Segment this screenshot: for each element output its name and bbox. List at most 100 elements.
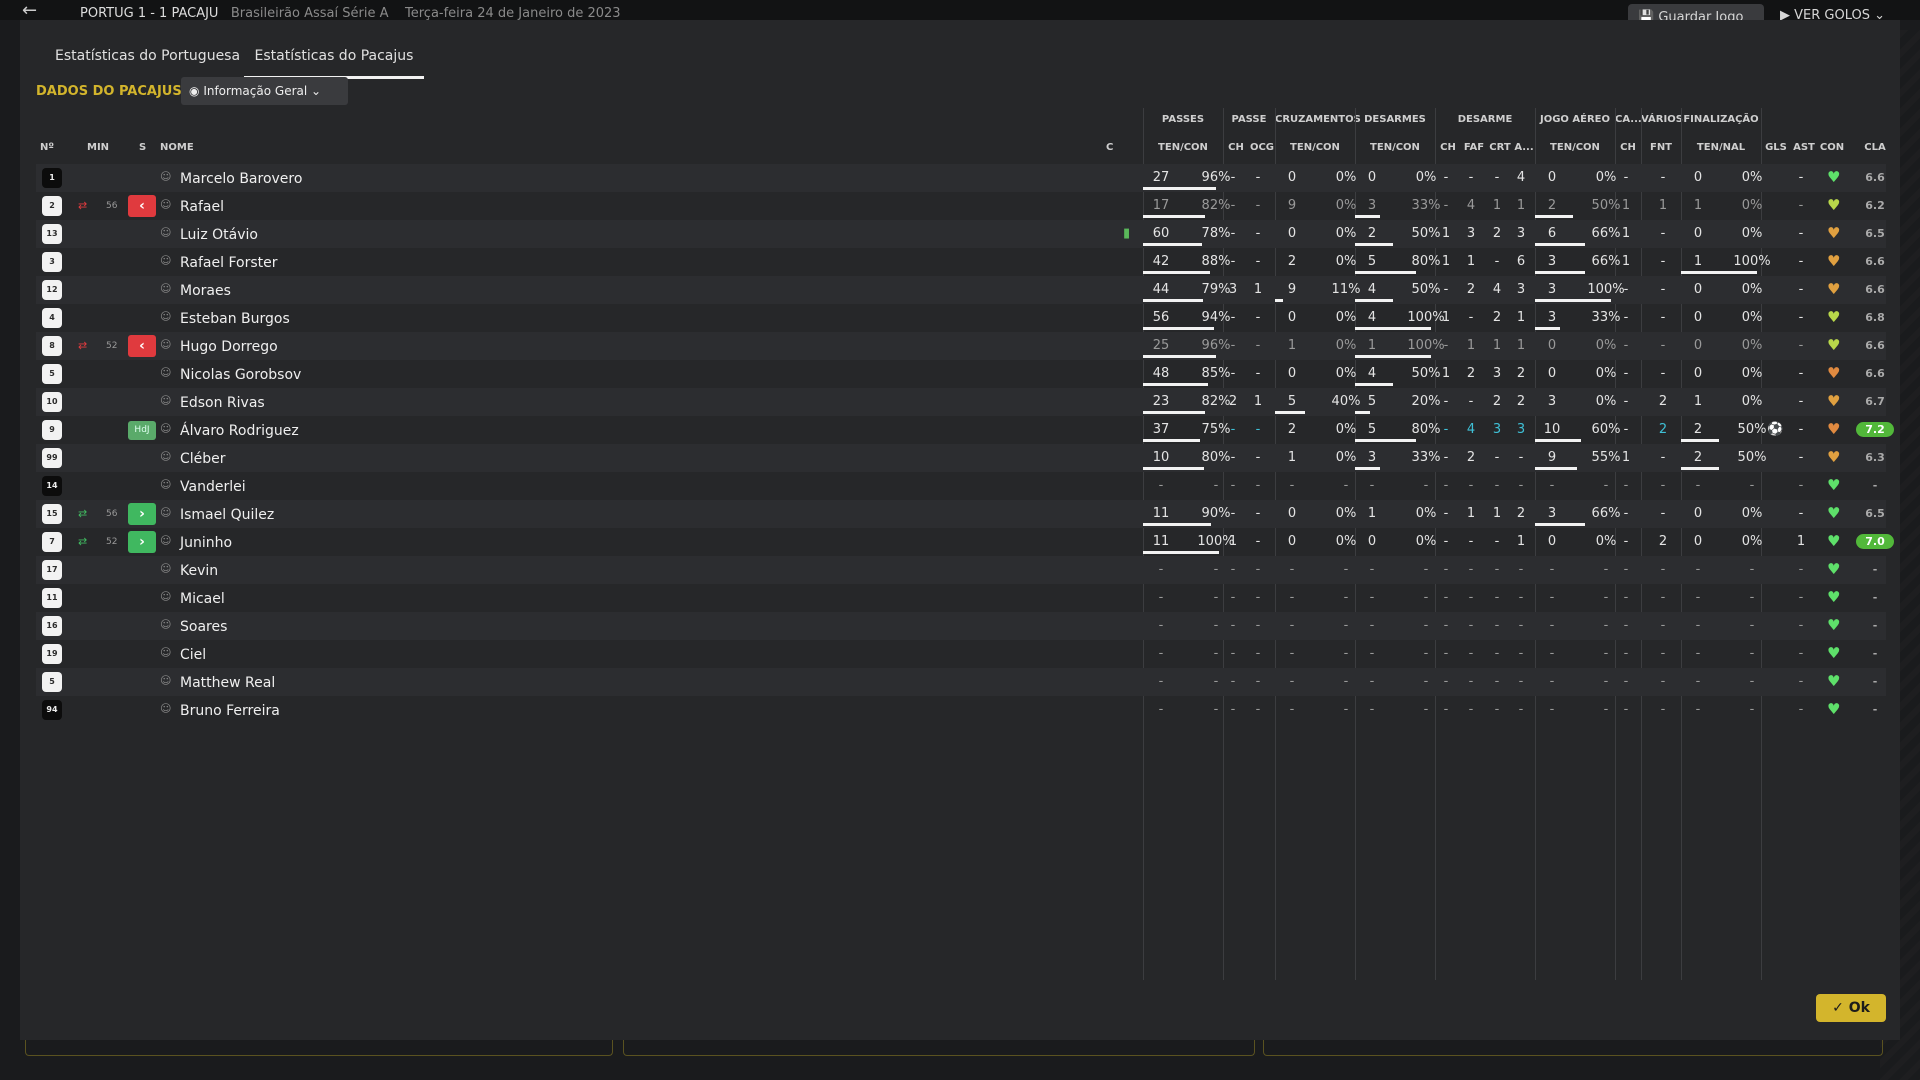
stat-cach: - (1623, 506, 1629, 521)
person-icon: ☺ (160, 170, 172, 183)
tab-pacajus-stats[interactable]: Estatísticas do Pacajus (244, 48, 424, 79)
col-passe-ocg[interactable]: OCG (1249, 142, 1275, 153)
table-row[interactable]: 11 ☺ Micael - - - - - - - - - - - - - - - - - - - ♥ - (36, 584, 1886, 612)
col-des-ch[interactable]: CH (1435, 142, 1461, 153)
player-name[interactable]: Esteban Burgos (180, 311, 290, 327)
stat-dch: - (1443, 478, 1449, 493)
stat-ocg: - (1255, 506, 1261, 521)
table-row[interactable]: 5 ☺ Nicolas Gorobsov 48 85% - -0 0% 4 50% 1 2 3 2 0 0% -… (36, 360, 1886, 388)
col-number[interactable]: Nº (40, 142, 54, 153)
table-row[interactable]: 4 ☺ Esteban Burgos 56 94% - -0 0% 4 100% 1-2 1 3 33% -… (36, 304, 1886, 332)
table-row[interactable]: 99 ☺ Cléber 10 80% - -1 0% 3 33% -2- -9 55% 1-2 50% - ♥ 6… (36, 444, 1886, 472)
ok-button[interactable]: ✓ Ok (1816, 994, 1886, 1022)
table-row[interactable]: 3 ☺ Rafael Forster 42 88% - -2 0% 5 80% 1 1-6 3 66% 1-… (36, 248, 1886, 276)
col-des-crt[interactable]: CRT (1487, 142, 1513, 153)
stat-a: 2 (1516, 366, 1526, 381)
table-row[interactable]: 12 ☺ Moraes 44 79% 3 1 9 11% 4 50% -2 4 3 3 100% - -0 0% - ♥… (36, 276, 1886, 304)
col-cruz[interactable]: TEN/CON (1275, 142, 1355, 153)
stat-a: 4 (1516, 170, 1526, 185)
table-row[interactable]: 13 ☺ Luiz Otávio ▮ 60 78% - -0 0% 2 50% 1 3 2 3 6 66% 1-0… (36, 220, 1886, 248)
stat-ocg: - (1255, 590, 1261, 605)
view-dropdown[interactable]: ◉ Informação Geral ⌄ (181, 77, 348, 105)
stat-crt: 1 (1492, 506, 1502, 521)
player-name[interactable]: Vanderlei (180, 479, 246, 495)
heart-icon: ♥ (1827, 252, 1841, 270)
col-passe-ch[interactable]: CH (1223, 142, 1249, 153)
player-name[interactable]: Nicolas Gorobsov (180, 367, 301, 383)
player-name[interactable]: Ismael Quilez (180, 507, 274, 523)
stat-ft: - (1695, 562, 1701, 577)
player-name[interactable]: Cléber (180, 451, 226, 467)
col-passes[interactable]: TEN/CON (1143, 142, 1223, 153)
col-jogo[interactable]: TEN/CON (1535, 142, 1615, 153)
player-name[interactable]: Micael (180, 591, 225, 607)
stat-ct: - (1289, 478, 1295, 493)
col-min[interactable]: MIN (87, 142, 109, 153)
table-row[interactable]: 9 HdJ ☺ Álvaro Rodriguez 37 75% - -2 0% 5 80% -4 3 3 1… (36, 416, 1894, 444)
table-row[interactable]: 8 ⇄ 52 ‹ ☺ Hugo Dorrego 25 96% - -1 0% 1 100% -1 1 1 0 0%… (36, 332, 1886, 360)
player-name[interactable]: Álvaro Rodriguez (180, 423, 299, 439)
player-name[interactable]: Moraes (180, 283, 231, 299)
stat-ast: - (1798, 562, 1804, 577)
stat-dch: 1 (1441, 226, 1451, 241)
player-name[interactable]: Soares (180, 619, 227, 635)
player-name[interactable]: Rafael (180, 199, 224, 215)
stat-a: 3 (1516, 282, 1526, 297)
player-name[interactable]: Luiz Otávio (180, 227, 258, 243)
success-bar (1681, 271, 1757, 274)
rating: - (1872, 591, 1878, 604)
shirt-icon: 17 (42, 560, 62, 580)
player-name[interactable]: Bruno Ferreira (180, 703, 280, 719)
player-name[interactable]: Ciel (180, 647, 206, 663)
col-con[interactable]: CON (1817, 142, 1847, 153)
stat-pt: 11 (1152, 506, 1170, 521)
table-row[interactable]: 94 ☺ Bruno Ferreira - - - - - - - - - - - - - - - - - - - ♥ - (36, 696, 1886, 724)
col-c[interactable]: C (1106, 142, 1113, 153)
col-ca-ch[interactable]: CH (1615, 142, 1641, 153)
table-row[interactable]: 15 ⇄ 56 › ☺ Ismael Quilez 11 90% - -0 0% 1 0% -1 1 2 3 66… (36, 500, 1886, 528)
view-goals-button[interactable]: ▶ VER GOLOS ⌄ (1780, 8, 1885, 20)
player-name[interactable]: Edson Rivas (180, 395, 265, 411)
player-name[interactable]: Marcelo Barovero (180, 171, 302, 187)
col-ast[interactable]: AST (1791, 142, 1817, 153)
stat-ast: - (1798, 506, 1804, 521)
table-row[interactable]: 1 ☺ Marcelo Barovero 27 96% - -0 0% 0 0% - - -4 0 0% - -… (36, 164, 1886, 192)
table-row[interactable]: 7 ⇄ 52 › ☺ Juninho 11 100% 1-0 0% 0 0% - - -1 0 0% -2 0 0% 1… (36, 528, 1894, 556)
table-row[interactable]: 19 ☺ Ciel - - - - - - - - - - - - - - - - - - - ♥ - (36, 640, 1886, 668)
stat-jt: - (1549, 618, 1555, 633)
table-row[interactable]: 10 ☺ Edson Rivas 23 82% 2 1 5 40% 5 20% - -2 2 3 0% -2 1 0… (36, 388, 1886, 416)
arrow-left-icon[interactable]: ← (22, 2, 37, 20)
col-desarmes[interactable]: TEN/CON (1355, 142, 1435, 153)
shirt-icon: 16 (42, 616, 62, 636)
col-final[interactable]: TEN/NAL (1681, 142, 1761, 153)
col-name[interactable]: NOME (160, 142, 194, 153)
table-row[interactable]: 5 ☺ Matthew Real - - - - - - - - - - - - - - - - - - - ♥ - (36, 668, 1886, 696)
player-name[interactable]: Matthew Real (180, 675, 275, 691)
player-name[interactable]: Kevin (180, 563, 218, 579)
tab-portuguesa-stats[interactable]: Estatísticas do Portuguesa (55, 48, 240, 76)
player-name[interactable]: Rafael Forster (180, 255, 278, 271)
stat-faf: 1 (1466, 254, 1476, 269)
player-name[interactable]: Juninho (180, 535, 232, 551)
stat-dt: 2 (1367, 226, 1377, 241)
stat-fp: 50% (1737, 422, 1767, 437)
table-row[interactable]: 17 ☺ Kevin - - - - - - - - - - - - - - - - - - - ♥ - (36, 556, 1886, 584)
col-s[interactable]: S (139, 142, 146, 153)
stat-crt: - (1494, 534, 1500, 549)
stat-ocg: - (1255, 618, 1261, 633)
stat-ocg: - (1255, 534, 1261, 549)
save-match-button[interactable]: 💾 Guardar Jogo (1628, 4, 1764, 20)
stat-cach: - (1623, 646, 1629, 661)
player-name[interactable]: Hugo Dorrego (180, 339, 278, 355)
table-row[interactable]: 16 ☺ Soares - - - - - - - - - - - - - - - - - - - ♥ - (36, 612, 1886, 640)
col-des-a[interactable]: A... (1513, 142, 1535, 153)
col-fnt[interactable]: FNT (1641, 142, 1681, 153)
stat-ct: 0 (1287, 226, 1297, 241)
col-des-faf[interactable]: FAF (1461, 142, 1487, 153)
col-cla[interactable]: CLA (1856, 142, 1894, 153)
table-row[interactable]: 2 ⇄ 56 ‹ ☺ Rafael 17 82% - -9 0% 3 33% -4 1 1 2 50% 1 1 1 0% -… (36, 192, 1886, 220)
table-row[interactable]: 14 ☺ Vanderlei - - - - - - - - - - - - - - - - - - - ♥ - (36, 472, 1886, 500)
stat-pch: - (1230, 198, 1236, 213)
col-gls[interactable]: GLS (1761, 142, 1791, 153)
card-icon: ▮ (1123, 226, 1131, 241)
